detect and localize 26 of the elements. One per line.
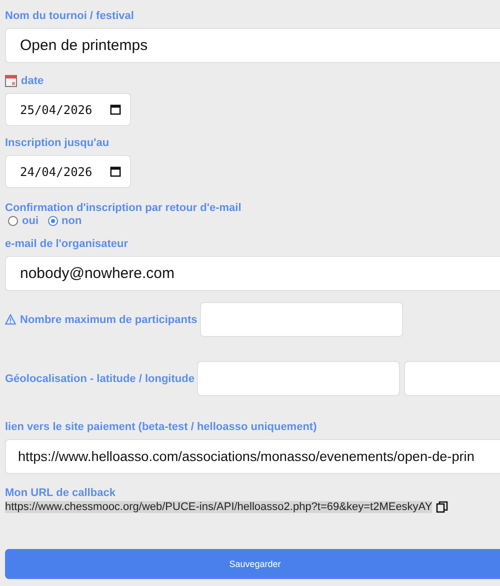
- radio-button[interactable]: [48, 216, 58, 226]
- calendar-icon[interactable]: [110, 166, 121, 177]
- field-label: Géolocalisation - latitude / longitude: [5, 372, 194, 384]
- callback-url: https://www.chessmooc.org/web/PUCE-ins/API/helloasso2.php?t=69&key=t2MEeskyAY: [5, 501, 432, 513]
- field-label: date: [21, 75, 44, 87]
- field-label: Confirmation d'inscription par retour d'e-mail: [5, 202, 242, 214]
- field-label: Nombre maximum de participants: [20, 314, 198, 326]
- text-field[interactable]: [197, 361, 400, 396]
- text-field[interactable]: nobody@nowhere.com: [5, 256, 500, 291]
- field-label: e-mail de l'organisateur: [5, 238, 128, 250]
- date-field[interactable]: 24/04/2026: [5, 155, 131, 188]
- text-field[interactable]: Open de printemps: [5, 28, 500, 63]
- field-label: Mon URL de callback: [5, 487, 116, 499]
- field-label: Inscription jusqu'au: [5, 137, 110, 149]
- field-label: Nom du tournoi / festival: [5, 10, 134, 22]
- field-label: lien vers le site paiement (beta-test / helloasso uniquement): [5, 421, 317, 433]
- text-field[interactable]: [200, 302, 404, 337]
- warning-icon: [5, 314, 16, 325]
- date-field[interactable]: 25/04/2026: [5, 93, 131, 126]
- calendar-icon: [5, 75, 17, 87]
- text-field[interactable]: https://www.helloasso.com/associations/monasso/evenements/open-de-prin: [5, 439, 500, 474]
- save-button[interactable]: Sauvegarder: [5, 549, 500, 579]
- radio-button[interactable]: [8, 216, 18, 226]
- text-field[interactable]: [404, 361, 500, 396]
- copy-icon[interactable]: [436, 501, 448, 513]
- calendar-icon[interactable]: [110, 104, 121, 115]
